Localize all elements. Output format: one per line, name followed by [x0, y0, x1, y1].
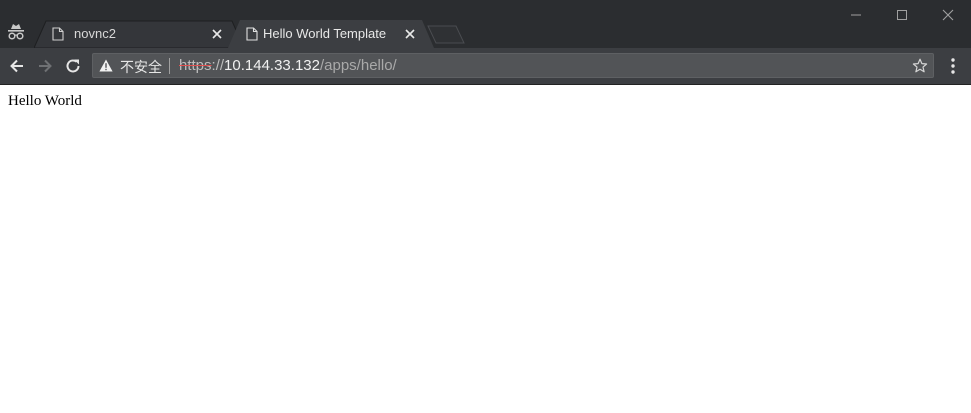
document-icon	[246, 27, 258, 41]
tab-title: novnc2	[74, 26, 116, 41]
browser-titlebar: novnc2 Hello World Template	[0, 0, 971, 48]
page-body-text: Hello World	[8, 93, 82, 109]
omnibox-divider	[169, 58, 170, 74]
maximize-icon[interactable]	[879, 0, 925, 30]
security-label[interactable]: 不安全	[120, 57, 162, 77]
new-tab-button[interactable]	[426, 25, 466, 45]
warning-icon[interactable]	[99, 59, 113, 72]
close-icon[interactable]	[209, 26, 225, 42]
tab-title: Hello World Template	[263, 26, 387, 41]
page-content: Hello World	[0, 85, 971, 413]
reload-icon[interactable]	[63, 56, 83, 76]
minimize-icon[interactable]	[833, 0, 879, 30]
close-window-icon[interactable]	[925, 0, 971, 30]
document-icon	[52, 27, 64, 41]
address-bar[interactable]: 不安全 https://10.144.33.132/apps/hello/	[92, 53, 934, 78]
menu-kebab-icon[interactable]	[945, 57, 961, 75]
tab-novnc2[interactable]: novnc2	[34, 20, 244, 48]
forward-arrow-icon[interactable]	[35, 56, 55, 76]
url-path: /apps/hello/	[319, 57, 397, 74]
close-icon[interactable]	[402, 26, 418, 42]
url-host: 10.144.33.132	[224, 57, 320, 74]
url-scheme: https	[179, 57, 212, 74]
url-text[interactable]: https://10.144.33.132/apps/hello/	[179, 57, 397, 74]
url-separator: ://	[211, 57, 225, 74]
tab-hello-world-template[interactable]: Hello World Template	[228, 20, 434, 48]
back-arrow-icon[interactable]	[7, 56, 27, 76]
bookmark-star-icon[interactable]	[912, 58, 928, 74]
incognito-icon	[8, 24, 24, 40]
browser-toolbar: 不安全 https://10.144.33.132/apps/hello/	[0, 48, 971, 85]
